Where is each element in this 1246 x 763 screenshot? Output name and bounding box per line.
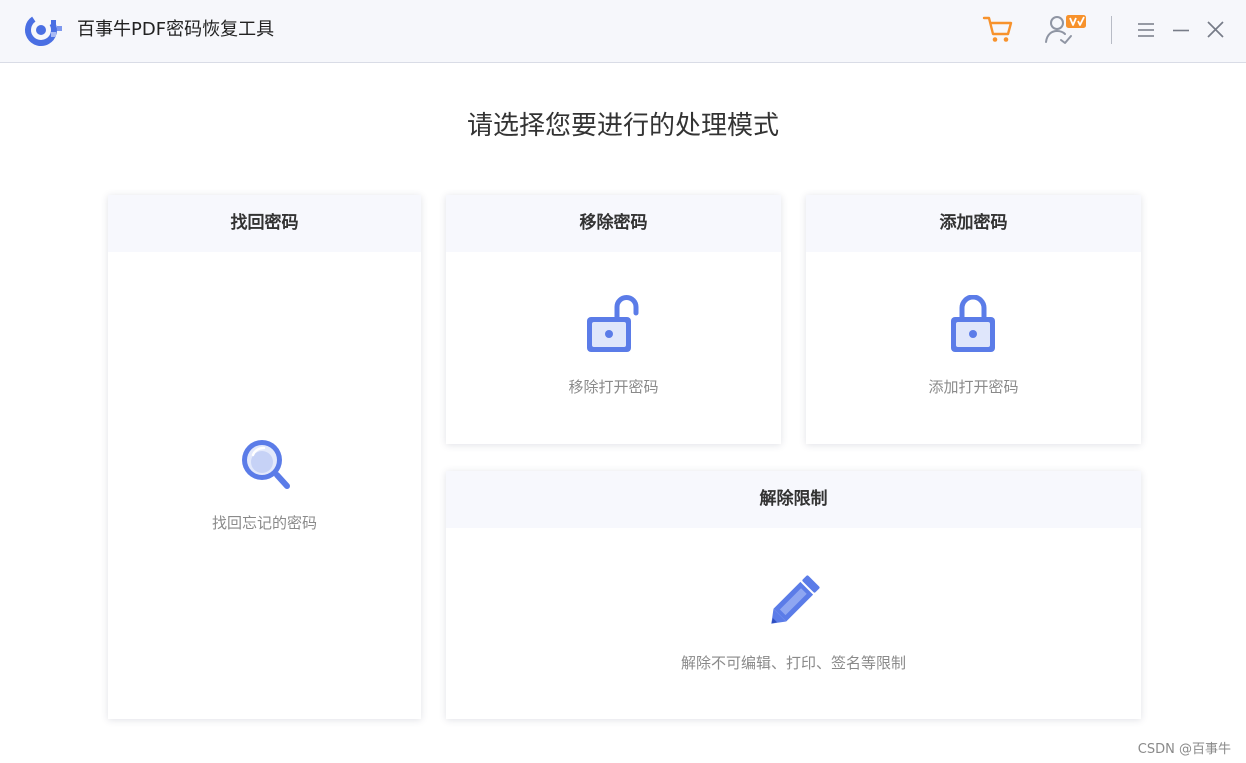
page-heading: 请选择您要进行的处理模式 <box>466 111 779 141</box>
card-description: 添加打开密码 <box>928 378 1019 396</box>
user-vip-icon[interactable] <box>1044 13 1088 45</box>
cart-icon[interactable] <box>982 14 1014 44</box>
lock-icon <box>951 295 995 352</box>
minimize-icon[interactable] <box>1172 21 1190 39</box>
app-title: 百事牛PDF密码恢复工具 <box>77 19 275 40</box>
card-title: 找回密码 <box>108 195 421 252</box>
close-icon[interactable] <box>1206 20 1225 39</box>
card-description: 解除不可编辑、打印、签名等限制 <box>680 654 906 672</box>
card-description: 找回忘记的密码 <box>211 514 317 532</box>
title-divider <box>1111 16 1112 44</box>
logo-icon <box>25 14 62 46</box>
card-title: 解除限制 <box>446 471 1141 528</box>
card-description: 移除打开密码 <box>568 378 659 396</box>
card-remove-restrictions[interactable]: 解除限制 解除不可编辑、打印、签名等限制 <box>446 471 1141 719</box>
card-add-password[interactable]: 添加密码 添加打开密码 <box>806 195 1141 444</box>
card-remove-password[interactable]: 移除密码 移除打开密码 <box>446 195 781 444</box>
card-recover-password[interactable]: 找回密码 找回忘记的密码 <box>108 195 421 719</box>
card-title: 添加密码 <box>806 195 1141 252</box>
watermark: CSDN @百事牛 <box>1137 742 1231 757</box>
card-title: 移除密码 <box>446 195 781 252</box>
title-bar: 百事牛PDF密码恢复工具 <box>0 0 1246 63</box>
pencil-icon <box>771 575 820 624</box>
menu-icon[interactable] <box>1137 21 1155 39</box>
unlock-icon <box>587 295 639 352</box>
magnifier-icon <box>242 440 290 489</box>
